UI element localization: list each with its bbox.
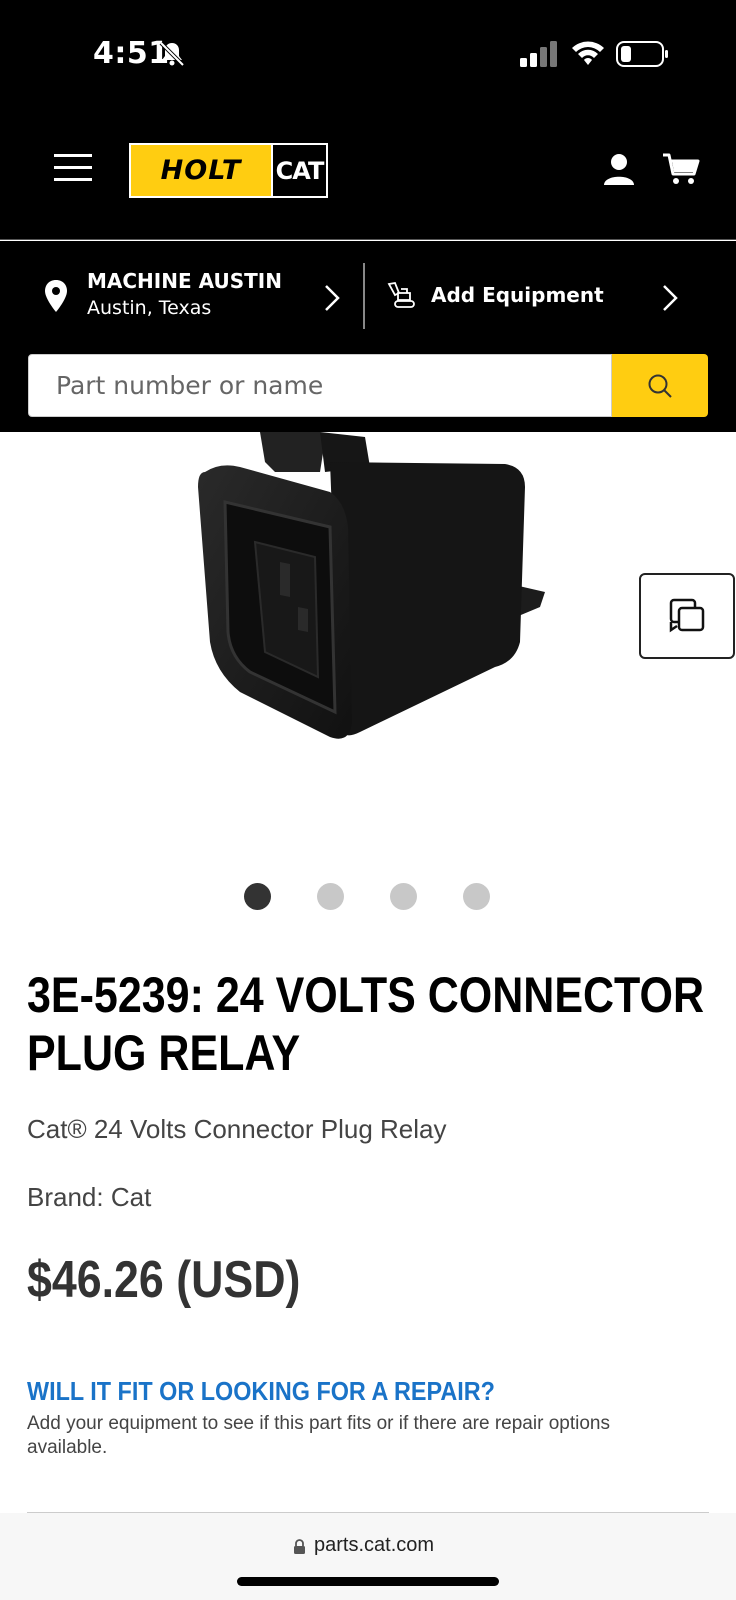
product-price: $46.26 (USD) [27,1251,301,1309]
fit-heading-link[interactable]: WILL IT FIT OR LOOKING FOR A REPAIR? [27,1376,495,1407]
compare-icon [669,598,705,633]
product-brand: Brand: Cat [27,1182,152,1212]
bell-slash-icon [159,41,185,67]
url-text[interactable]: parts.cat.com [314,1534,434,1557]
battery-icon [616,41,668,67]
status-bar: 4:51 [0,0,736,110]
site-header: HOLT CAT [0,110,736,240]
location-pin-icon [45,280,67,312]
lock-icon [294,1539,305,1554]
chevron-right-icon[interactable] [660,283,680,313]
add-equipment-link[interactable]: Add Equipment [431,283,604,307]
carousel-dot-1[interactable] [244,883,271,910]
search-button[interactable] [612,354,708,417]
search-bar [0,333,736,432]
search-input[interactable] [28,354,612,417]
logo-holt: HOLT [131,145,271,196]
product-description: Cat® 24 Volts Connector Plug Relay [27,1114,447,1144]
relay-connector-image[interactable] [180,432,570,762]
location-bar: MACHINE AUSTIN Austin, Texas Add Equipme… [0,241,736,333]
divider [363,263,365,329]
store-name[interactable]: MACHINE AUSTIN [87,269,282,293]
product-title: 3E-5239: 24 VOLTS CONNECTOR PLUG RELAY [27,967,705,1081]
chevron-right-icon[interactable] [322,283,342,313]
signal-icon [520,41,557,67]
compare-button[interactable] [639,573,735,659]
excavator-icon [387,281,415,308]
fit-description: Add your equipment to see if this part f… [27,1413,610,1458]
menu-icon[interactable] [54,152,92,184]
logo-cat-text: CAT [275,156,325,185]
store-city[interactable]: Austin, Texas [87,297,211,319]
carousel-dot-3[interactable] [390,883,417,910]
carousel-dots [244,883,490,910]
logo-cat: CAT [273,145,326,196]
search-icon [648,374,672,398]
carousel-dot-4[interactable] [463,883,490,910]
carousel-dot-2[interactable] [317,883,344,910]
user-icon[interactable] [602,152,636,186]
wifi-icon [572,41,604,65]
cart-icon[interactable] [662,152,700,186]
holt-cat-logo[interactable]: HOLT CAT [129,143,328,198]
home-indicator[interactable] [237,1577,499,1586]
